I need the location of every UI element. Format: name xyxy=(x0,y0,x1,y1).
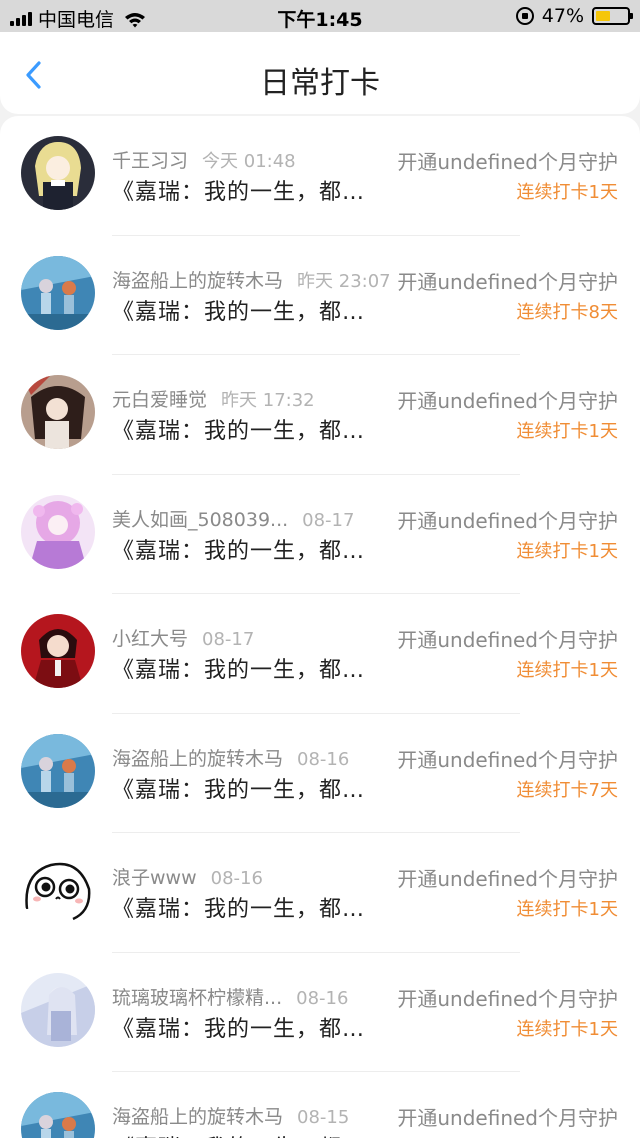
avatar[interactable] xyxy=(21,1092,95,1138)
checkin-time: 08-17 xyxy=(202,629,255,650)
guard-label: 开通undefined个月守护 xyxy=(395,743,618,773)
page-title: 日常打卡 xyxy=(260,66,380,101)
nav-bar: 日常打卡 xyxy=(0,32,640,114)
checkin-time: 昨天 17:32 xyxy=(221,390,315,411)
streak-label: 连续打卡1天 xyxy=(516,899,618,920)
status-right: 47% xyxy=(515,5,633,27)
user-name[interactable]: 小红大号 xyxy=(112,628,188,650)
streak-label: 连续打卡1天 xyxy=(517,1134,618,1138)
streak-label: 连续打卡7天 xyxy=(516,779,618,801)
user-line: 琉璃玻璃杯柠檬精... 08-16 xyxy=(112,983,348,1009)
battery-percent: 47% xyxy=(541,5,584,27)
guard-label: 开通undefined个月守护 xyxy=(395,146,618,175)
guard-label: 开通undefined个月守护 xyxy=(395,265,618,295)
user-line: 小红大号 08-17 xyxy=(112,624,254,650)
checkin-time: 08-16 xyxy=(210,868,263,889)
streak-label: 连续打卡1天 xyxy=(516,182,618,203)
checkin-time: 今天 01:48 xyxy=(202,151,296,172)
checkin-time: 08-16 xyxy=(297,748,350,770)
user-line: 海盗船上的旋转木马 昨天 23:07 xyxy=(112,266,391,292)
list-item[interactable]: 海盗船上的旋转木马 08-16 《嘉瑞：我的一生，都… 开通undefined个月守护… xyxy=(0,714,640,833)
user-name[interactable]: 千王习习 xyxy=(112,150,188,172)
avatar[interactable] xyxy=(21,375,95,449)
checkin-message: 《嘉瑞：我的一生，都… xyxy=(112,419,366,444)
list-item[interactable]: 琉璃玻璃杯柠檬精... 08-16 《嘉瑞：我的一生，都… 开通undefined个月… xyxy=(0,953,640,1072)
checkin-time: 昨天 23:07 xyxy=(297,270,391,292)
user-name[interactable]: 美人如画_508039... xyxy=(112,509,288,531)
status-bar: 中国电信 下午1:45 47% xyxy=(0,0,640,32)
user-name[interactable]: 海盗船上的旋转木马 xyxy=(112,748,283,770)
list-item[interactable]: 元白爱睡觉 昨天 17:32 《嘉瑞：我的一生，都… 开通undefined个月守护连… xyxy=(0,355,640,475)
avatar[interactable] xyxy=(21,733,95,808)
streak-label: 连续打卡1天 xyxy=(516,660,618,681)
user-line: 浪子www 08-16 xyxy=(112,863,263,889)
avatar[interactable] xyxy=(21,255,95,330)
guard-label: 开通undefined个月守护 xyxy=(395,1102,618,1131)
avatar[interactable] xyxy=(21,853,95,927)
checkin-message: 《嘉瑞：我的一生，都… xyxy=(112,538,366,564)
user-line: 海盗船上的旋转木马 08-15 xyxy=(112,1102,349,1128)
checkin-list[interactable]: 千王习习 今天 01:48 《嘉瑞：我的一生，都… 开通undefined个月守护 连续… xyxy=(0,116,640,1138)
user-name[interactable]: 元白爱睡觉 xyxy=(112,389,207,411)
checkin-time: 08-16 xyxy=(296,987,349,1009)
user-line: 美人如画_508039... 08-17 xyxy=(112,505,354,531)
list-item[interactable]: 小红大号 08-17 《嘉瑞：我的一生，都… 开通undefined个月守护连续打卡1… xyxy=(0,594,640,714)
checkin-message: 《嘉瑞：我的一生，都… xyxy=(112,897,366,922)
checkin-message: 《嘉瑞：我的一生，都… xyxy=(112,658,366,683)
user-name[interactable]: 琉璃玻璃杯柠檬精... xyxy=(112,987,282,1009)
user-name[interactable]: 浪子www xyxy=(112,867,197,889)
list-item[interactable]: 美人如画_508039... 08-17 《嘉瑞：我的一生，都… 开通undefine… xyxy=(0,475,640,594)
checkin-message: 《嘉瑞：我的一生，都… xyxy=(112,180,366,205)
checkin-time: 08-17 xyxy=(302,509,355,531)
avatar[interactable] xyxy=(21,972,95,1047)
avatar[interactable] xyxy=(21,136,95,210)
streak-label: 连续打卡1天 xyxy=(516,421,618,442)
battery-icon xyxy=(592,7,633,25)
checkin-message: 《嘉瑞：我的一生，都… xyxy=(112,777,366,803)
user-line: 千王习习 今天 01:48 xyxy=(112,146,296,172)
avatar[interactable] xyxy=(21,494,95,569)
rotation-lock-icon xyxy=(515,7,534,25)
user-line: 海盗船上的旋转木马 08-16 xyxy=(112,744,349,770)
list-item[interactable]: 海盗船上的旋转木马 08-15 《嘉瑞：我的一生，都… 开通undefined个月守护… xyxy=(0,1072,640,1138)
streak-label: 连续打卡1天 xyxy=(516,540,618,562)
checkin-time: 08-15 xyxy=(297,1107,350,1128)
guard-label: 开通undefined个月守护 xyxy=(395,385,618,414)
streak-label: 连续打卡8天 xyxy=(516,301,618,323)
list-item[interactable]: 千王习习 今天 01:48 《嘉瑞：我的一生，都… 开通undefined个月守护连续… xyxy=(0,116,640,236)
user-line: 元白爱睡觉 昨天 17:32 xyxy=(112,385,315,411)
list-item[interactable]: 浪子www 08-16 《嘉瑞：我的一生，都… 开通undefined个月守护连续打卡… xyxy=(0,833,640,953)
avatar[interactable] xyxy=(21,614,95,688)
guard-label: 开通undefined个月守护 xyxy=(395,863,618,892)
guard-label: 开通undefined个月守护 xyxy=(395,982,618,1012)
streak-label: 连续打卡1天 xyxy=(516,1018,618,1040)
checkin-message: 《嘉瑞：我的一生，都… xyxy=(112,1130,365,1138)
user-name[interactable]: 海盗船上的旋转木马 xyxy=(112,270,283,292)
checkin-message: 《嘉瑞：我的一生，都… xyxy=(112,1016,366,1042)
user-name[interactable]: 海盗船上的旋转木马 xyxy=(112,1106,283,1128)
guard-label: 开通undefined个月守护 xyxy=(395,624,618,653)
checkin-message: 《嘉瑞：我的一生，都… xyxy=(112,299,366,325)
list-item[interactable]: 海盗船上的旋转木马 昨天 23:07 《嘉瑞：我的一生，都… 开通undefined个… xyxy=(0,236,640,355)
guard-label: 开通undefined个月守护 xyxy=(395,504,618,534)
